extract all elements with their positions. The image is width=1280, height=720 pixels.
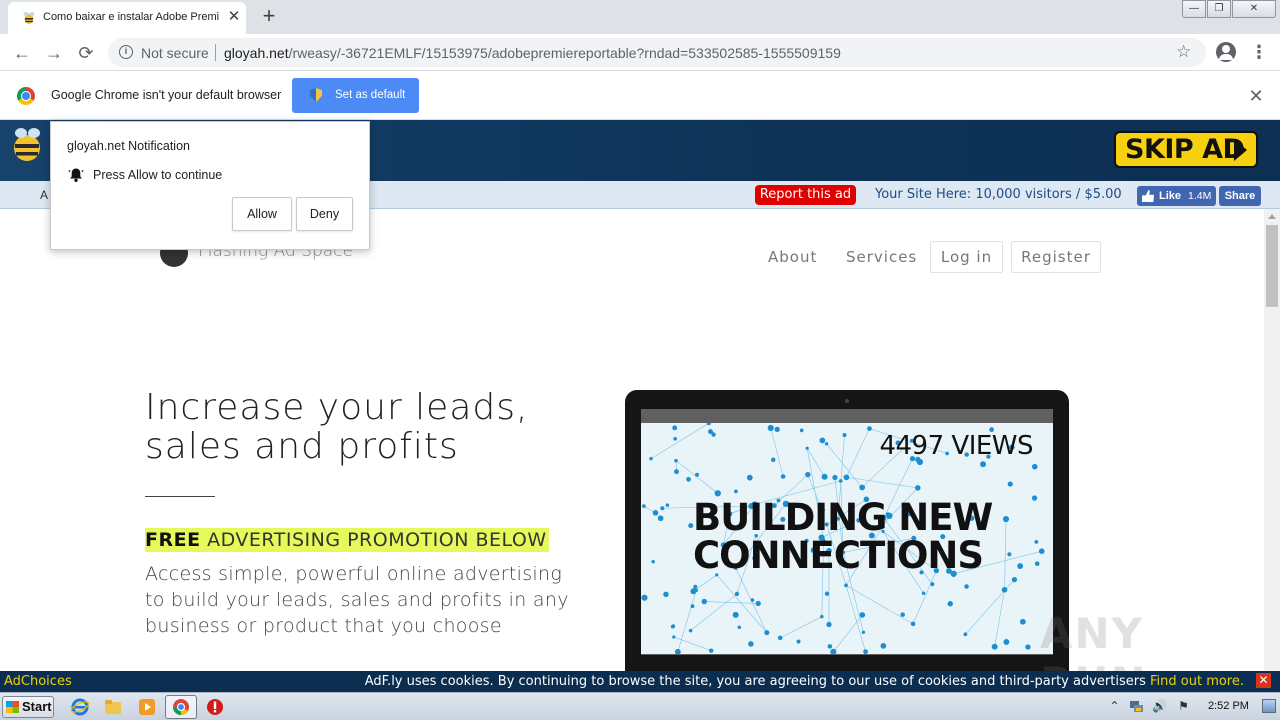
windows-logo-icon — [6, 701, 19, 713]
forward-button[interactable]: → — [43, 42, 65, 64]
show-desktop-button[interactable] — [1262, 699, 1276, 713]
adbar-left-text: A — [40, 188, 49, 202]
bell-icon — [68, 168, 84, 182]
skip-ad-label: SKIP AD — [1125, 134, 1245, 165]
tab-close-icon[interactable]: ✕ — [226, 9, 242, 25]
like-label: Like — [1159, 190, 1182, 202]
cookie-notice-text: AdF.ly uses cookies. By continuing to br… — [364, 674, 1146, 689]
hero-title: Increase your leads, sales and profits — [145, 387, 529, 467]
address-bar[interactable]: i Not secure gloyah.net/rweasy/-36721EML… — [108, 38, 1206, 67]
adchoices-link[interactable]: AdChoices — [4, 674, 72, 689]
cookie-close-icon[interactable]: ✕ — [1256, 673, 1271, 688]
media-player-icon[interactable] — [137, 697, 157, 717]
your-site-link[interactable]: Your Site Here: 10,000 visitors / $5.00 — [875, 187, 1122, 202]
window-maximize-button[interactable]: ❐ — [1207, 0, 1231, 18]
window-minimize-button[interactable]: — — [1182, 0, 1206, 18]
windows-taskbar: Start ⌃ 🔊 ⚑ 2:52 PM — [0, 692, 1280, 720]
uac-shield-icon — [310, 88, 322, 102]
bee-logo-icon[interactable] — [10, 126, 44, 162]
security-label[interactable]: Not secure — [141, 45, 209, 61]
default-browser-infobar: Google Chrome isn't your default browser… — [0, 72, 1280, 120]
browser-tab[interactable]: Como baixar e instalar Adobe Premiere ✕ — [8, 2, 246, 34]
reload-button[interactable]: ⟳ — [75, 42, 97, 64]
cookie-bar: AdChoices AdF.ly uses cookies. By contin… — [0, 671, 1280, 692]
register-button[interactable]: Register — [1011, 241, 1101, 273]
cookie-notice: AdF.ly uses cookies. By continuing to br… — [365, 674, 1244, 689]
internet-explorer-icon[interactable] — [70, 697, 90, 717]
find-out-more-link[interactable]: Find out more. — [1150, 674, 1244, 689]
page-scrollbar[interactable] — [1264, 209, 1280, 671]
anyrun-watermark: ANY RUN — [1040, 609, 1146, 671]
file-explorer-icon[interactable] — [103, 697, 123, 717]
tab-title: Como baixar e instalar Adobe Premiere — [43, 11, 219, 23]
popup-title: gloyah.net Notification — [67, 139, 190, 153]
scroll-up-icon[interactable] — [1268, 214, 1276, 219]
nav-services-link[interactable]: Services — [846, 248, 917, 266]
play-arrow-icon — [1234, 139, 1247, 161]
network-tray-icon[interactable] — [1129, 699, 1144, 714]
set-as-default-button[interactable]: Set as default — [292, 78, 419, 113]
stop-sign-icon[interactable] — [205, 697, 225, 717]
tray-expand-icon[interactable]: ⌃ — [1107, 699, 1122, 714]
screen-headline: BUILDING NEW CONNECTIONS — [693, 496, 993, 577]
hero-body: Access simple, powerful online advertisi… — [145, 563, 569, 637]
tab-strip: Como baixar e instalar Adobe Premiere ✕ … — [0, 0, 1280, 34]
views-counter: 4497 VIEWS — [879, 431, 1033, 461]
laptop-screen: 4497 VIEWS BUILDING NEW CONNECTIONS — [641, 409, 1053, 655]
notification-permission-popup: gloyah.net Notification Press Allow to c… — [50, 121, 370, 250]
deny-button[interactable]: Deny — [296, 197, 353, 231]
action-center-flag-icon[interactable]: ⚑ — [1176, 699, 1191, 714]
login-button[interactable]: Log in — [930, 241, 1003, 273]
start-button[interactable]: Start — [2, 696, 54, 718]
url-host: gloyah.net — [224, 45, 289, 61]
laptop-image: 4497 VIEWS BUILDING NEW CONNECTIONS — [625, 390, 1069, 671]
laptop-camera — [845, 399, 849, 403]
infobar-close-icon[interactable]: ✕ — [1246, 86, 1266, 106]
divider — [215, 44, 216, 61]
volume-icon[interactable]: 🔊 — [1152, 699, 1167, 714]
new-tab-button[interactable]: + — [258, 5, 280, 28]
chrome-logo-icon — [17, 87, 35, 105]
promo-banner: FREE ADVERTISING PROMOTION BELOW — [145, 528, 549, 552]
facebook-share-button[interactable]: Share — [1219, 186, 1261, 206]
allow-button[interactable]: Allow — [232, 197, 292, 231]
laptop-screen-graphic: 4497 VIEWS BUILDING NEW CONNECTIONS — [641, 423, 1053, 654]
popup-message: Press Allow to continue — [93, 168, 223, 182]
set-as-default-label: Set as default — [335, 89, 406, 101]
profile-icon[interactable] — [1216, 42, 1236, 62]
nav-about-link[interactable]: About — [768, 248, 817, 266]
browser-toolbar: ← → ⟳ i Not secure gloyah.net/rweasy/-36… — [0, 34, 1280, 71]
promo-bold: FREE — [145, 529, 201, 551]
bookmark-star-icon[interactable]: ☆ — [1176, 42, 1191, 62]
chrome-menu-icon[interactable]: ⋮ — [1250, 42, 1268, 62]
hero-divider — [145, 496, 215, 497]
thumbs-up-icon — [1142, 190, 1154, 202]
window-close-button[interactable]: ✕ — [1232, 0, 1276, 18]
url-path: /rweasy/-36721EMLF/15153975/adobepremier… — [288, 45, 841, 61]
bee-favicon-icon — [23, 12, 35, 24]
skip-ad-button[interactable]: SKIP AD — [1114, 131, 1258, 168]
facebook-like-button[interactable]: Like 1.4M — [1137, 186, 1216, 206]
info-icon[interactable]: i — [119, 45, 133, 59]
start-label: Start — [22, 699, 52, 714]
report-ad-button[interactable]: Report this ad — [755, 185, 856, 205]
back-button[interactable]: ← — [11, 42, 33, 64]
chrome-taskbar-icon[interactable] — [171, 697, 191, 717]
like-count: 1.4M — [1188, 190, 1212, 202]
scrollbar-thumb[interactable] — [1266, 225, 1278, 307]
url-text[interactable]: gloyah.net/rweasy/-36721EMLF/15153975/ad… — [224, 45, 841, 61]
promo-text: ADVERTISING PROMOTION BELOW — [207, 529, 547, 551]
page-content: Flashing Ad Space About Services Log in … — [0, 209, 1264, 671]
clock[interactable]: 2:52 PM — [1208, 700, 1249, 712]
infobar-message: Google Chrome isn't your default browser — [51, 88, 282, 102]
